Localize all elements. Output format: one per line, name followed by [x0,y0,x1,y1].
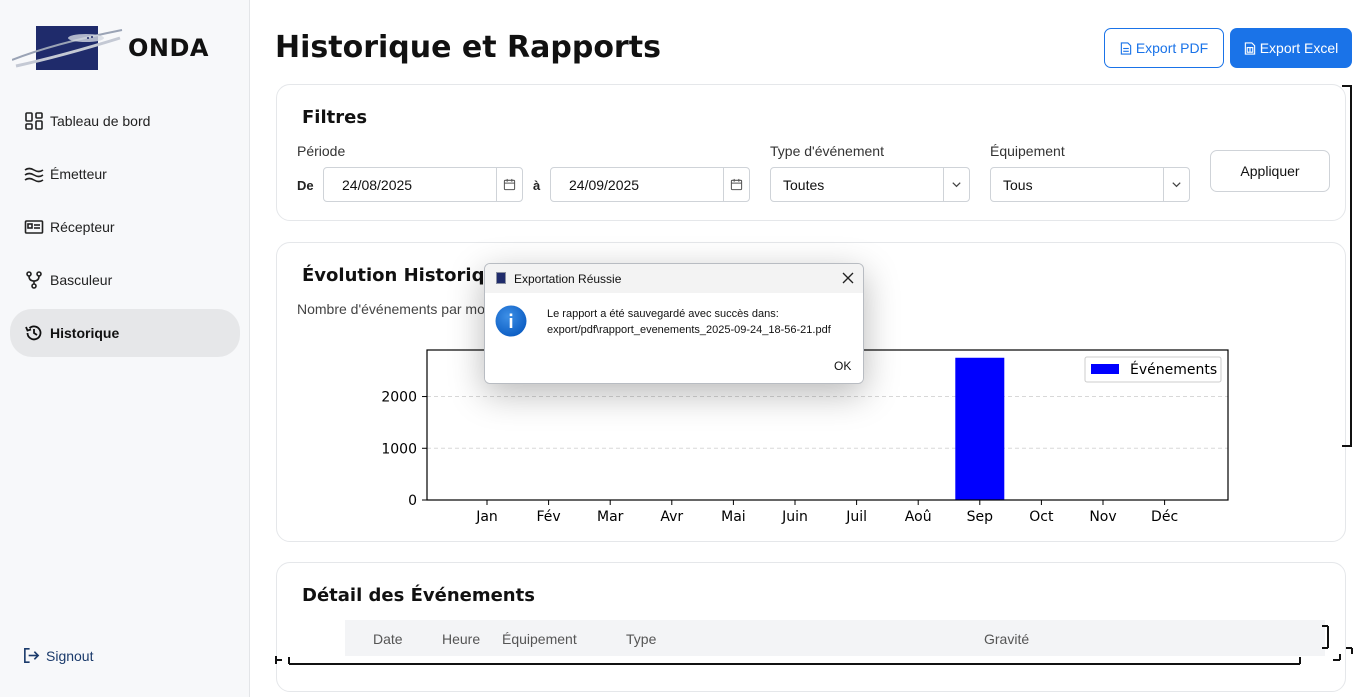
waves-icon [23,163,45,185]
export-success-dialog: Exportation Réussie Le rapport a été sau… [484,263,864,384]
dialog-message-path: export/pdf\rapport_evenements_2025-09-24… [547,324,831,336]
onda-logo-icon [12,26,123,70]
sidebar-item-label: Émetteur [50,166,107,182]
sidebar-nav: Tableau de bord Émetteur Récepteur Bascu… [10,97,240,362]
x-tick-label: Sep [967,509,994,525]
dialog-message-line1: Le rapport a été sauvegardé avec succès … [547,308,779,320]
sidebar-item-recepteur[interactable]: Récepteur [10,203,240,251]
equipment-label: Équipement [990,143,1065,159]
event-type-select[interactable]: Toutes [770,167,970,202]
x-tick-label: Mar [597,509,624,525]
period-label: Période [297,143,346,159]
from-date-value: 24/08/2025 [342,176,413,193]
signout-label: Signout [46,647,94,664]
apply-button[interactable]: Appliquer [1210,150,1330,192]
legend-label: Événements [1130,361,1217,378]
sidebar-item-historique[interactable]: Historique [10,309,240,357]
to-date-field[interactable]: 24/09/2025 [550,167,750,202]
export-pdf-label: Export PDF [1135,40,1209,56]
chevron-down-icon [943,168,969,201]
x-tick-label: Jan [475,509,498,525]
dialog-titlebar[interactable]: Exportation Réussie [485,264,863,293]
sidebar: ONDA Tableau de bord Émetteur Récepteur … [0,0,250,697]
to-label: à [533,178,541,193]
sidebar-item-label: Tableau de bord [50,113,151,129]
calendar-icon[interactable] [496,168,522,201]
column-header-date[interactable]: Date [373,631,403,647]
sidebar-item-label: Historique [50,325,120,341]
calendar-icon[interactable] [723,168,749,201]
info-icon [495,305,527,337]
table-header: Date Heure Équipement Type Gravité [345,620,1325,656]
bar-Sep [955,357,1005,500]
filters-title: Filtres [302,107,368,128]
detail-title: Détail des Événements [302,585,535,606]
fork-icon [23,269,45,291]
detail-card: Détail des Événements Date Heure Équipem… [276,562,1346,692]
dialog-title: Exportation Réussie [514,272,622,286]
column-header-equipement[interactable]: Équipement [502,631,577,647]
history-icon [23,322,45,344]
dialog-body: Le rapport a été sauvegardé avec succès … [485,293,863,383]
from-label: De [297,178,314,193]
page-title: Historique et Rapports [275,30,661,65]
equipment-select[interactable]: Tous [990,167,1190,202]
signout-button[interactable]: Signout [22,646,93,665]
export-excel-button[interactable]: Export Excel [1230,28,1352,68]
x-tick-label: Juin [781,509,808,525]
dashboard-icon [23,110,45,132]
column-header-gravite[interactable]: Gravité [984,631,1029,647]
sidebar-item-label: Basculeur [50,272,113,288]
x-tick-label: Déc [1151,509,1178,525]
export-excel-label: Export Excel [1259,40,1339,56]
y-tick-label: 0 [408,493,417,509]
x-tick-label: Avr [660,509,683,525]
sidebar-item-tableau-de-bord[interactable]: Tableau de bord [10,97,240,145]
chevron-down-icon [1163,168,1189,201]
logo[interactable]: ONDA [10,20,240,76]
filters-card: Filtres Période De 24/08/2025 à 24/09/20… [276,84,1346,221]
close-icon[interactable] [840,270,856,286]
brand-name: ONDA [128,34,209,62]
sidebar-item-basculeur[interactable]: Basculeur [10,256,240,304]
equipment-value: Tous [1003,176,1033,193]
sidebar-item-label: Récepteur [50,219,115,235]
event-type-label: Type d'événement [770,143,884,159]
column-header-type[interactable]: Type [626,631,656,647]
file-icon [1120,41,1132,55]
dialog-message: Le rapport a été sauvegardé avec succès … [547,306,831,338]
y-tick-label: 2000 [381,390,417,406]
ok-button[interactable]: OK [834,359,851,373]
spreadsheet-icon [1244,41,1255,55]
column-header-heure[interactable]: Heure [442,631,480,647]
receiver-icon [23,216,45,238]
x-tick-label: Oct [1029,509,1054,525]
event-type-value: Toutes [783,176,825,193]
x-tick-label: Juil [845,509,867,525]
x-tick-label: Aoû [905,509,932,525]
sidebar-item-emetteur[interactable]: Émetteur [10,150,240,198]
to-date-value: 24/09/2025 [569,176,640,193]
x-tick-label: Mai [721,509,746,525]
y-tick-label: 1000 [381,441,417,457]
export-pdf-button[interactable]: Export PDF [1104,28,1224,68]
signout-icon [24,648,40,663]
from-date-field[interactable]: 24/08/2025 [323,167,523,202]
x-tick-label: Nov [1089,509,1116,525]
app-icon [496,272,506,284]
x-tick-label: Fév [537,509,561,525]
legend-swatch [1091,364,1119,374]
